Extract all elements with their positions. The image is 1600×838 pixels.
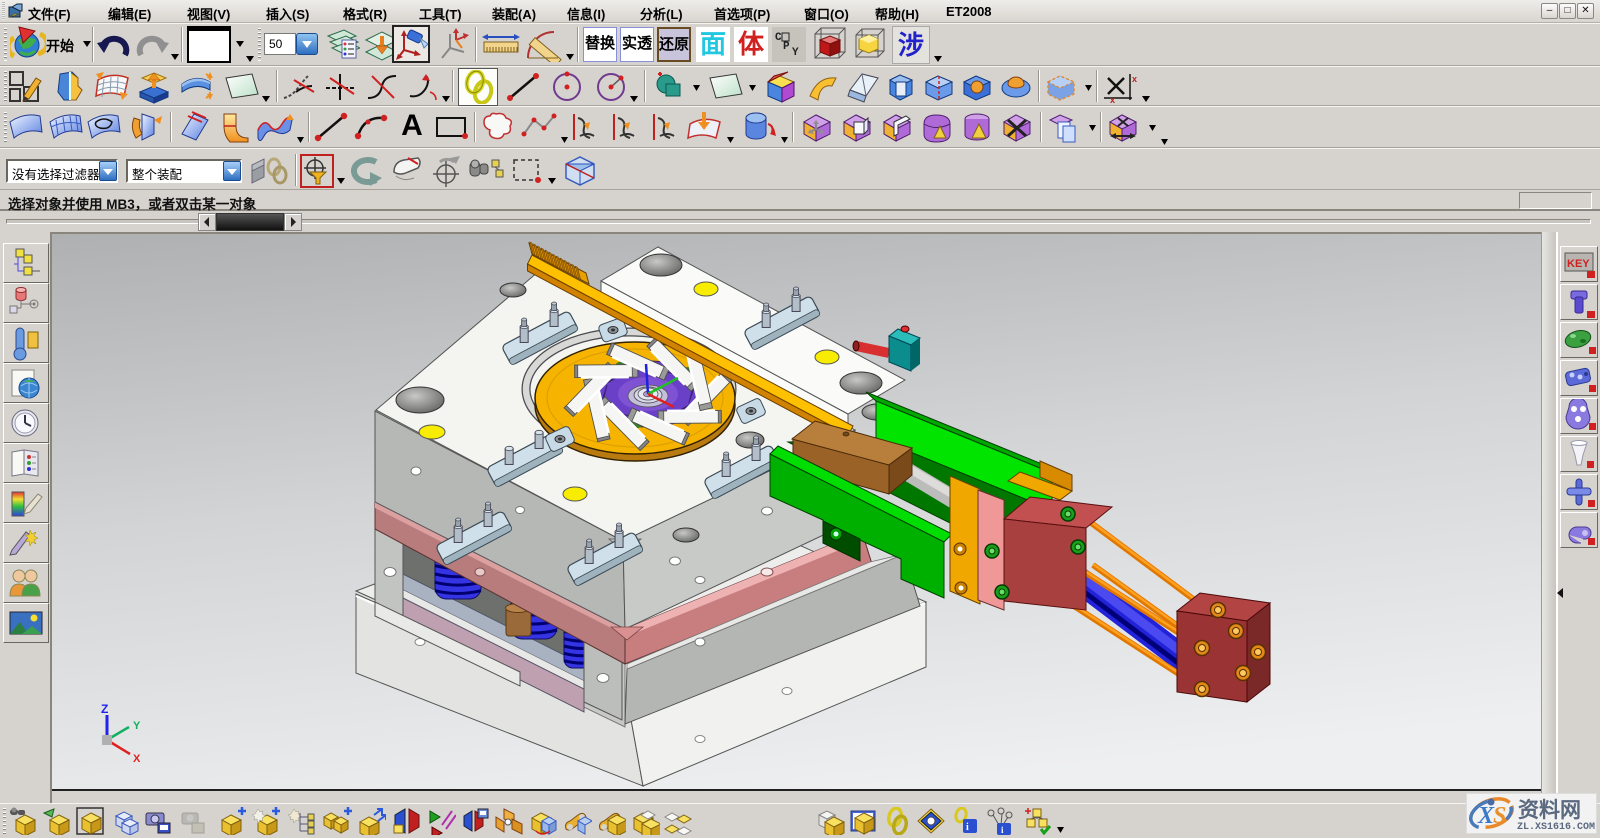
svg-text:x: x xyxy=(1132,74,1137,84)
svg-text:S: S xyxy=(1493,803,1506,829)
svg-text:ZL.XS1616.COM: ZL.XS1616.COM xyxy=(1517,822,1595,833)
svg-text:i: i xyxy=(966,822,969,833)
svg-text:x: x xyxy=(1110,95,1115,104)
svg-text:Y: Y xyxy=(133,720,141,732)
svg-text:Y: Y xyxy=(792,47,799,59)
svg-text:资料网: 资料网 xyxy=(1518,799,1581,822)
svg-text:KEY: KEY xyxy=(1567,258,1590,270)
svg-text:Z: Z xyxy=(101,702,108,716)
svg-text:C: C xyxy=(775,32,782,44)
svg-text:X: X xyxy=(133,753,141,765)
svg-text:P: P xyxy=(783,41,790,53)
